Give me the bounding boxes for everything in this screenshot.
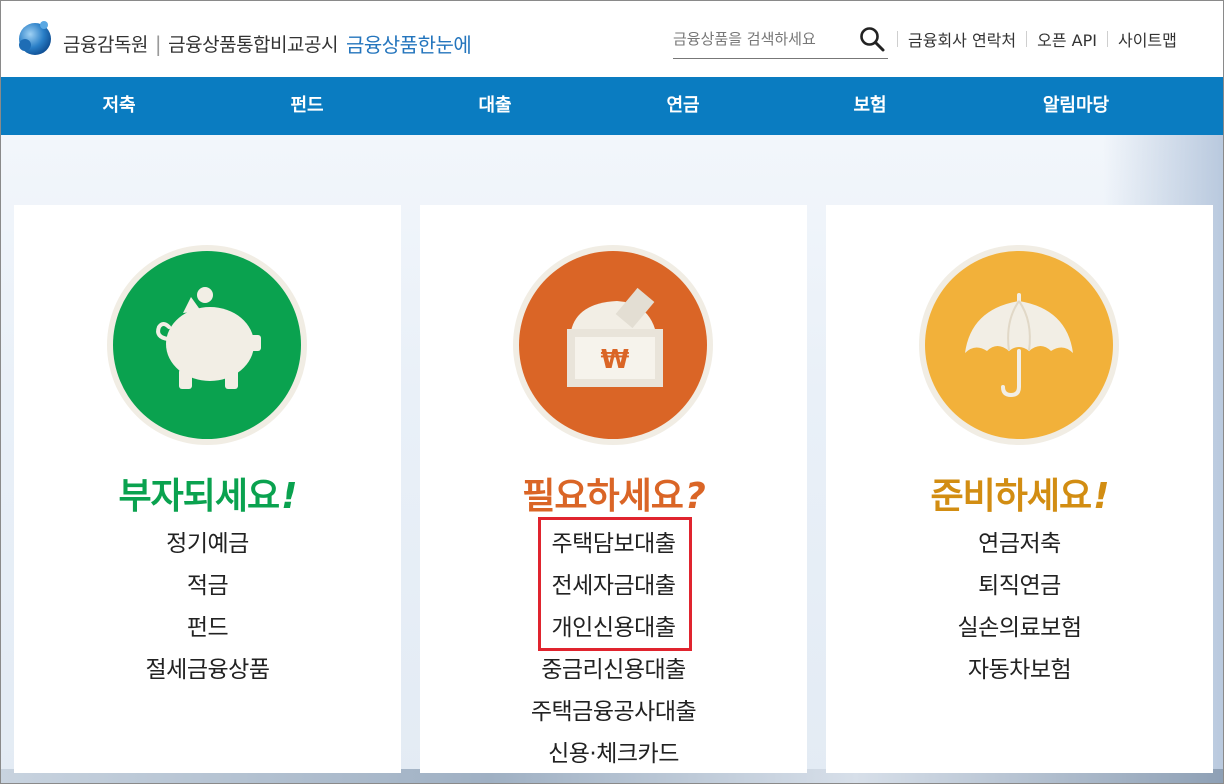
svg-text:₩: ₩: [601, 345, 630, 375]
link-open-api[interactable]: 오픈 API: [1027, 27, 1107, 51]
card-title: 준비하세요!: [826, 467, 1213, 519]
nav-funds[interactable]: 펀드: [247, 77, 367, 135]
card-title: 부자되세요!: [14, 467, 401, 519]
nav-savings[interactable]: 저축: [59, 77, 179, 135]
nav-pension[interactable]: 연금: [623, 77, 743, 135]
product-link-indemnity-insurance[interactable]: 실손의료보험: [826, 607, 1213, 649]
piggy-bank-icon[interactable]: [113, 251, 301, 439]
brand-site: 금융상품통합비교공시: [168, 34, 338, 56]
card-savings: 부자되세요! 정기예금 적금 펀드 절세금융상품: [14, 205, 401, 773]
product-list: 연금저축 퇴직연금 실손의료보험 자동차보험: [826, 523, 1213, 691]
product-link-jeonse-loan[interactable]: 전세자금대출: [420, 565, 807, 607]
circle-ring: ₩: [513, 245, 713, 445]
site-header: 금융감독원 | 금융상품통합비교공시 금융상품한눈에 금융회사 연락처 오픈 A…: [1, 1, 1223, 77]
fss-logo-icon[interactable]: [13, 17, 53, 57]
search-button[interactable]: [857, 25, 887, 53]
product-link-tax-saving[interactable]: 절세금융상품: [14, 649, 401, 691]
product-link-auto-insurance[interactable]: 자동차보험: [826, 649, 1213, 691]
umbrella-icon[interactable]: [925, 251, 1113, 439]
product-list: 주택담보대출 전세자금대출 개인신용대출 중금리신용대출 주택금융공사대출 신용…: [420, 523, 807, 775]
main-content: 부자되세요! 정기예금 적금 펀드 절세금융상품 ₩ 필요하세요? 주택담보대출…: [1, 135, 1223, 783]
card-pension-insurance: 준비하세요! 연금저축 퇴직연금 실손의료보험 자동차보험: [826, 205, 1213, 773]
top-links: 금융회사 연락처 오픈 API 사이트맵: [897, 27, 1177, 51]
product-link-hf-loan[interactable]: 주택금융공사대출: [420, 691, 807, 733]
brand-separator: |: [154, 31, 162, 56]
money-box-icon[interactable]: ₩: [519, 251, 707, 439]
nav-notices[interactable]: 알림마당: [1016, 77, 1136, 135]
card-title-text: 부자되세요: [118, 476, 280, 517]
card-title-mark: !: [281, 476, 297, 517]
link-company-contacts[interactable]: 금융회사 연락처: [898, 27, 1026, 51]
search-icon: [860, 27, 885, 52]
card-title: 필요하세요?: [420, 467, 807, 519]
nav-loans[interactable]: 대출: [435, 77, 555, 135]
product-link-mortgage-loan[interactable]: 주택담보대출: [420, 523, 807, 565]
card-title-mark: ?: [684, 476, 706, 517]
card-title-text: 필요하세요: [522, 476, 684, 517]
product-link-installment-savings[interactable]: 적금: [14, 565, 401, 607]
card-title-mark: !: [1093, 476, 1109, 517]
product-link-time-deposit[interactable]: 정기예금: [14, 523, 401, 565]
product-list: 정기예금 적금 펀드 절세금융상품: [14, 523, 401, 691]
product-link-funds[interactable]: 펀드: [14, 607, 401, 649]
brand-title[interactable]: 금융감독원 | 금융상품통합비교공시 금융상품한눈에: [63, 29, 472, 58]
main-nav: 저축 펀드 대출 연금 보험 알림마당: [1, 77, 1223, 135]
product-link-retirement-pension[interactable]: 퇴직연금: [826, 565, 1213, 607]
product-link-credit-check-card[interactable]: 신용·체크카드: [420, 733, 807, 775]
product-link-mid-rate-credit-loan[interactable]: 중금리신용대출: [420, 649, 807, 691]
brand-org: 금융감독원: [63, 34, 148, 56]
product-link-personal-credit-loan[interactable]: 개인신용대출: [420, 607, 807, 649]
product-link-pension-savings[interactable]: 연금저축: [826, 523, 1213, 565]
search-input[interactable]: [673, 25, 848, 53]
brand-accent: 금융상품한눈에: [345, 33, 472, 57]
card-loans: ₩ 필요하세요? 주택담보대출 전세자금대출 개인신용대출 중금리신용대출 주택…: [420, 205, 807, 773]
nav-insurance[interactable]: 보험: [810, 77, 930, 135]
search-box: [673, 21, 888, 59]
link-sitemap[interactable]: 사이트맵: [1108, 27, 1177, 51]
circle-ring: [919, 245, 1119, 445]
card-title-text: 준비하세요: [930, 476, 1092, 517]
circle-ring: [107, 245, 307, 445]
